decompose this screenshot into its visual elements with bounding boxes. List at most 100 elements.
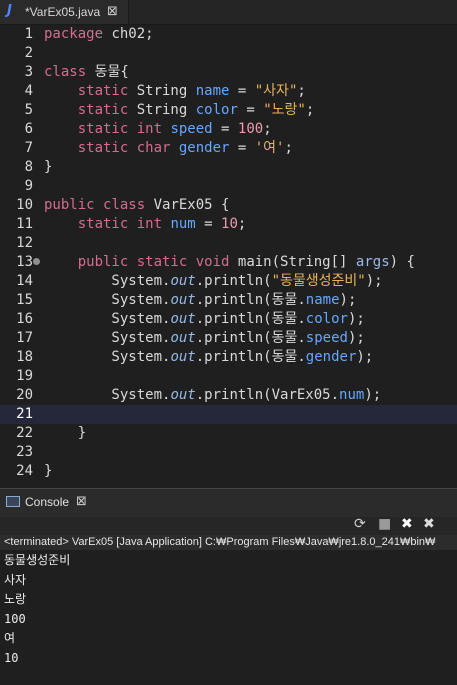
code-token: num xyxy=(339,387,365,403)
code-token: "동물생성준비" xyxy=(271,273,366,289)
code-line[interactable]: 6 static int speed = 100; xyxy=(0,120,457,139)
code-line[interactable]: 15 System.out.println(동물.name); xyxy=(0,291,457,310)
code-line[interactable]: 16 System.out.println(동물.color); xyxy=(0,310,457,329)
rerun-icon[interactable]: ⟳ xyxy=(354,516,366,532)
code-text: } xyxy=(44,158,52,177)
code-line[interactable]: 22 } xyxy=(0,424,457,443)
code-line[interactable]: 7 static char gender = '여'; xyxy=(0,139,457,158)
remove-launch-icon[interactable]: ✖ xyxy=(401,516,413,532)
code-line[interactable]: 9 xyxy=(0,177,457,196)
editor-tab-varex05[interactable]: J *VarEx05.java ⊠ xyxy=(0,0,129,24)
line-number: 17 xyxy=(16,330,33,346)
code-token: static xyxy=(44,102,137,118)
code-line[interactable]: 4 static String name = "사자"; xyxy=(0,82,457,101)
code-token: .println(동물. xyxy=(195,330,306,346)
code-token: color xyxy=(305,311,348,327)
code-editor[interactable]: 1 package ch02; 2 3 class 동물{4 static String… xyxy=(0,25,457,488)
code-token: out xyxy=(170,330,196,346)
code-token: 동물{ xyxy=(94,64,129,80)
code-line[interactable]: 23 xyxy=(0,443,457,462)
close-icon[interactable]: ⊠ xyxy=(76,494,87,509)
code-line[interactable]: 11 static int num = 10; xyxy=(0,215,457,234)
console-output-line: 여 xyxy=(4,631,16,645)
code-token: out xyxy=(170,292,196,308)
line-number: 21 xyxy=(16,406,33,422)
console-output-line: 100 xyxy=(4,611,26,626)
code-line[interactable]: 12 xyxy=(0,234,457,253)
line-number: 18 xyxy=(16,349,33,365)
code-token: = xyxy=(229,83,255,99)
code-text: System.out.println("동물생성준비"); xyxy=(44,272,383,291)
code-token: static xyxy=(136,254,196,270)
code-text: } xyxy=(44,424,86,443)
line-number: 12 xyxy=(16,235,33,251)
code-token: .println(VarEx05. xyxy=(195,387,340,403)
code-token: .println(동물. xyxy=(195,349,306,365)
code-token: color xyxy=(195,102,238,118)
console-title[interactable]: Console xyxy=(25,495,69,509)
close-icon[interactable]: ⊠ xyxy=(107,4,118,19)
code-line[interactable]: 19 xyxy=(0,367,457,386)
code-token: class xyxy=(103,197,154,213)
code-token: System. xyxy=(44,387,171,403)
code-token: System. xyxy=(44,292,171,308)
code-line[interactable]: 8} xyxy=(0,158,457,177)
console-output-line: 동물생성준비 xyxy=(4,553,71,567)
code-text: public class VarEx05 { xyxy=(44,196,229,215)
code-token: ; xyxy=(237,216,247,232)
code-token: String xyxy=(136,102,196,118)
line-number: 13 xyxy=(16,254,33,270)
code-line[interactable]: 18 System.out.println(동물.gender); xyxy=(0,348,457,367)
line-number: 16 xyxy=(16,311,33,327)
code-text: System.out.println(동물.gender); xyxy=(44,348,373,367)
fold-toggle-icon[interactable] xyxy=(33,258,40,265)
code-line[interactable]: 5 static String color = "노랑"; xyxy=(0,101,457,120)
termination-status: <terminated> VarEx05 [Java Application] … xyxy=(4,536,436,548)
console-toolbar: ⟳ ■ ✖ ✖ xyxy=(0,516,457,535)
line-number: 8 xyxy=(24,159,33,175)
code-token: } xyxy=(44,425,87,441)
code-token: name xyxy=(305,292,340,308)
line-number: 7 xyxy=(24,140,33,156)
tab-title: *VarEx05.java xyxy=(25,5,101,19)
line-number: 6 xyxy=(24,121,33,137)
code-token: System. xyxy=(44,349,171,365)
editor-tab-bar: J *VarEx05.java ⊠ xyxy=(0,0,457,25)
code-text: System.out.println(동물.speed); xyxy=(44,329,364,348)
code-line[interactable]: 3 class 동물{ xyxy=(0,63,457,82)
code-token: main(String[] xyxy=(237,254,356,270)
line-number: 20 xyxy=(16,387,33,403)
code-token: speed xyxy=(170,121,213,137)
code-token: ); xyxy=(356,349,374,365)
code-token: ); xyxy=(365,273,383,289)
code-token: ; xyxy=(263,121,272,137)
code-token: 100 xyxy=(237,121,264,137)
code-token: out xyxy=(170,349,196,365)
code-line[interactable]: 20 System.out.println(VarEx05.num); xyxy=(0,386,457,405)
code-token: ); xyxy=(339,292,357,308)
code-text: static char gender = '여'; xyxy=(44,139,293,158)
code-line[interactable]: 1 package ch02; xyxy=(0,25,457,44)
console-output[interactable]: 동물생성준비 사자 노랑 100 여 10 xyxy=(0,550,457,685)
code-line[interactable]: 17 System.out.println(동물.speed); xyxy=(0,329,457,348)
code-line[interactable]: 24} xyxy=(0,462,457,481)
code-line[interactable]: 21 xyxy=(0,405,457,424)
code-token: .println(동물. xyxy=(195,292,306,308)
code-token: = xyxy=(212,121,238,137)
code-text: } xyxy=(44,462,52,481)
code-text: package ch02; xyxy=(44,25,154,44)
remove-all-icon[interactable]: ✖ xyxy=(423,516,435,532)
code-token: '여' xyxy=(254,140,285,156)
console-tab-bar: Console ⊠ xyxy=(0,488,457,518)
code-token: VarEx05 { xyxy=(153,197,230,213)
code-line[interactable]: 2 xyxy=(0,44,457,63)
code-line[interactable]: 13 public static void main(String[] args… xyxy=(0,253,457,272)
line-number: 9 xyxy=(24,178,33,194)
code-token: = xyxy=(195,216,222,232)
terminate-icon[interactable]: ■ xyxy=(378,516,391,532)
code-token: char xyxy=(136,140,179,156)
code-token: System. xyxy=(44,273,171,289)
code-line[interactable]: 14 System.out.println("동물생성준비"); xyxy=(0,272,457,291)
code-line[interactable]: 10 public class VarEx05 { xyxy=(0,196,457,215)
line-number: 5 xyxy=(24,102,33,118)
